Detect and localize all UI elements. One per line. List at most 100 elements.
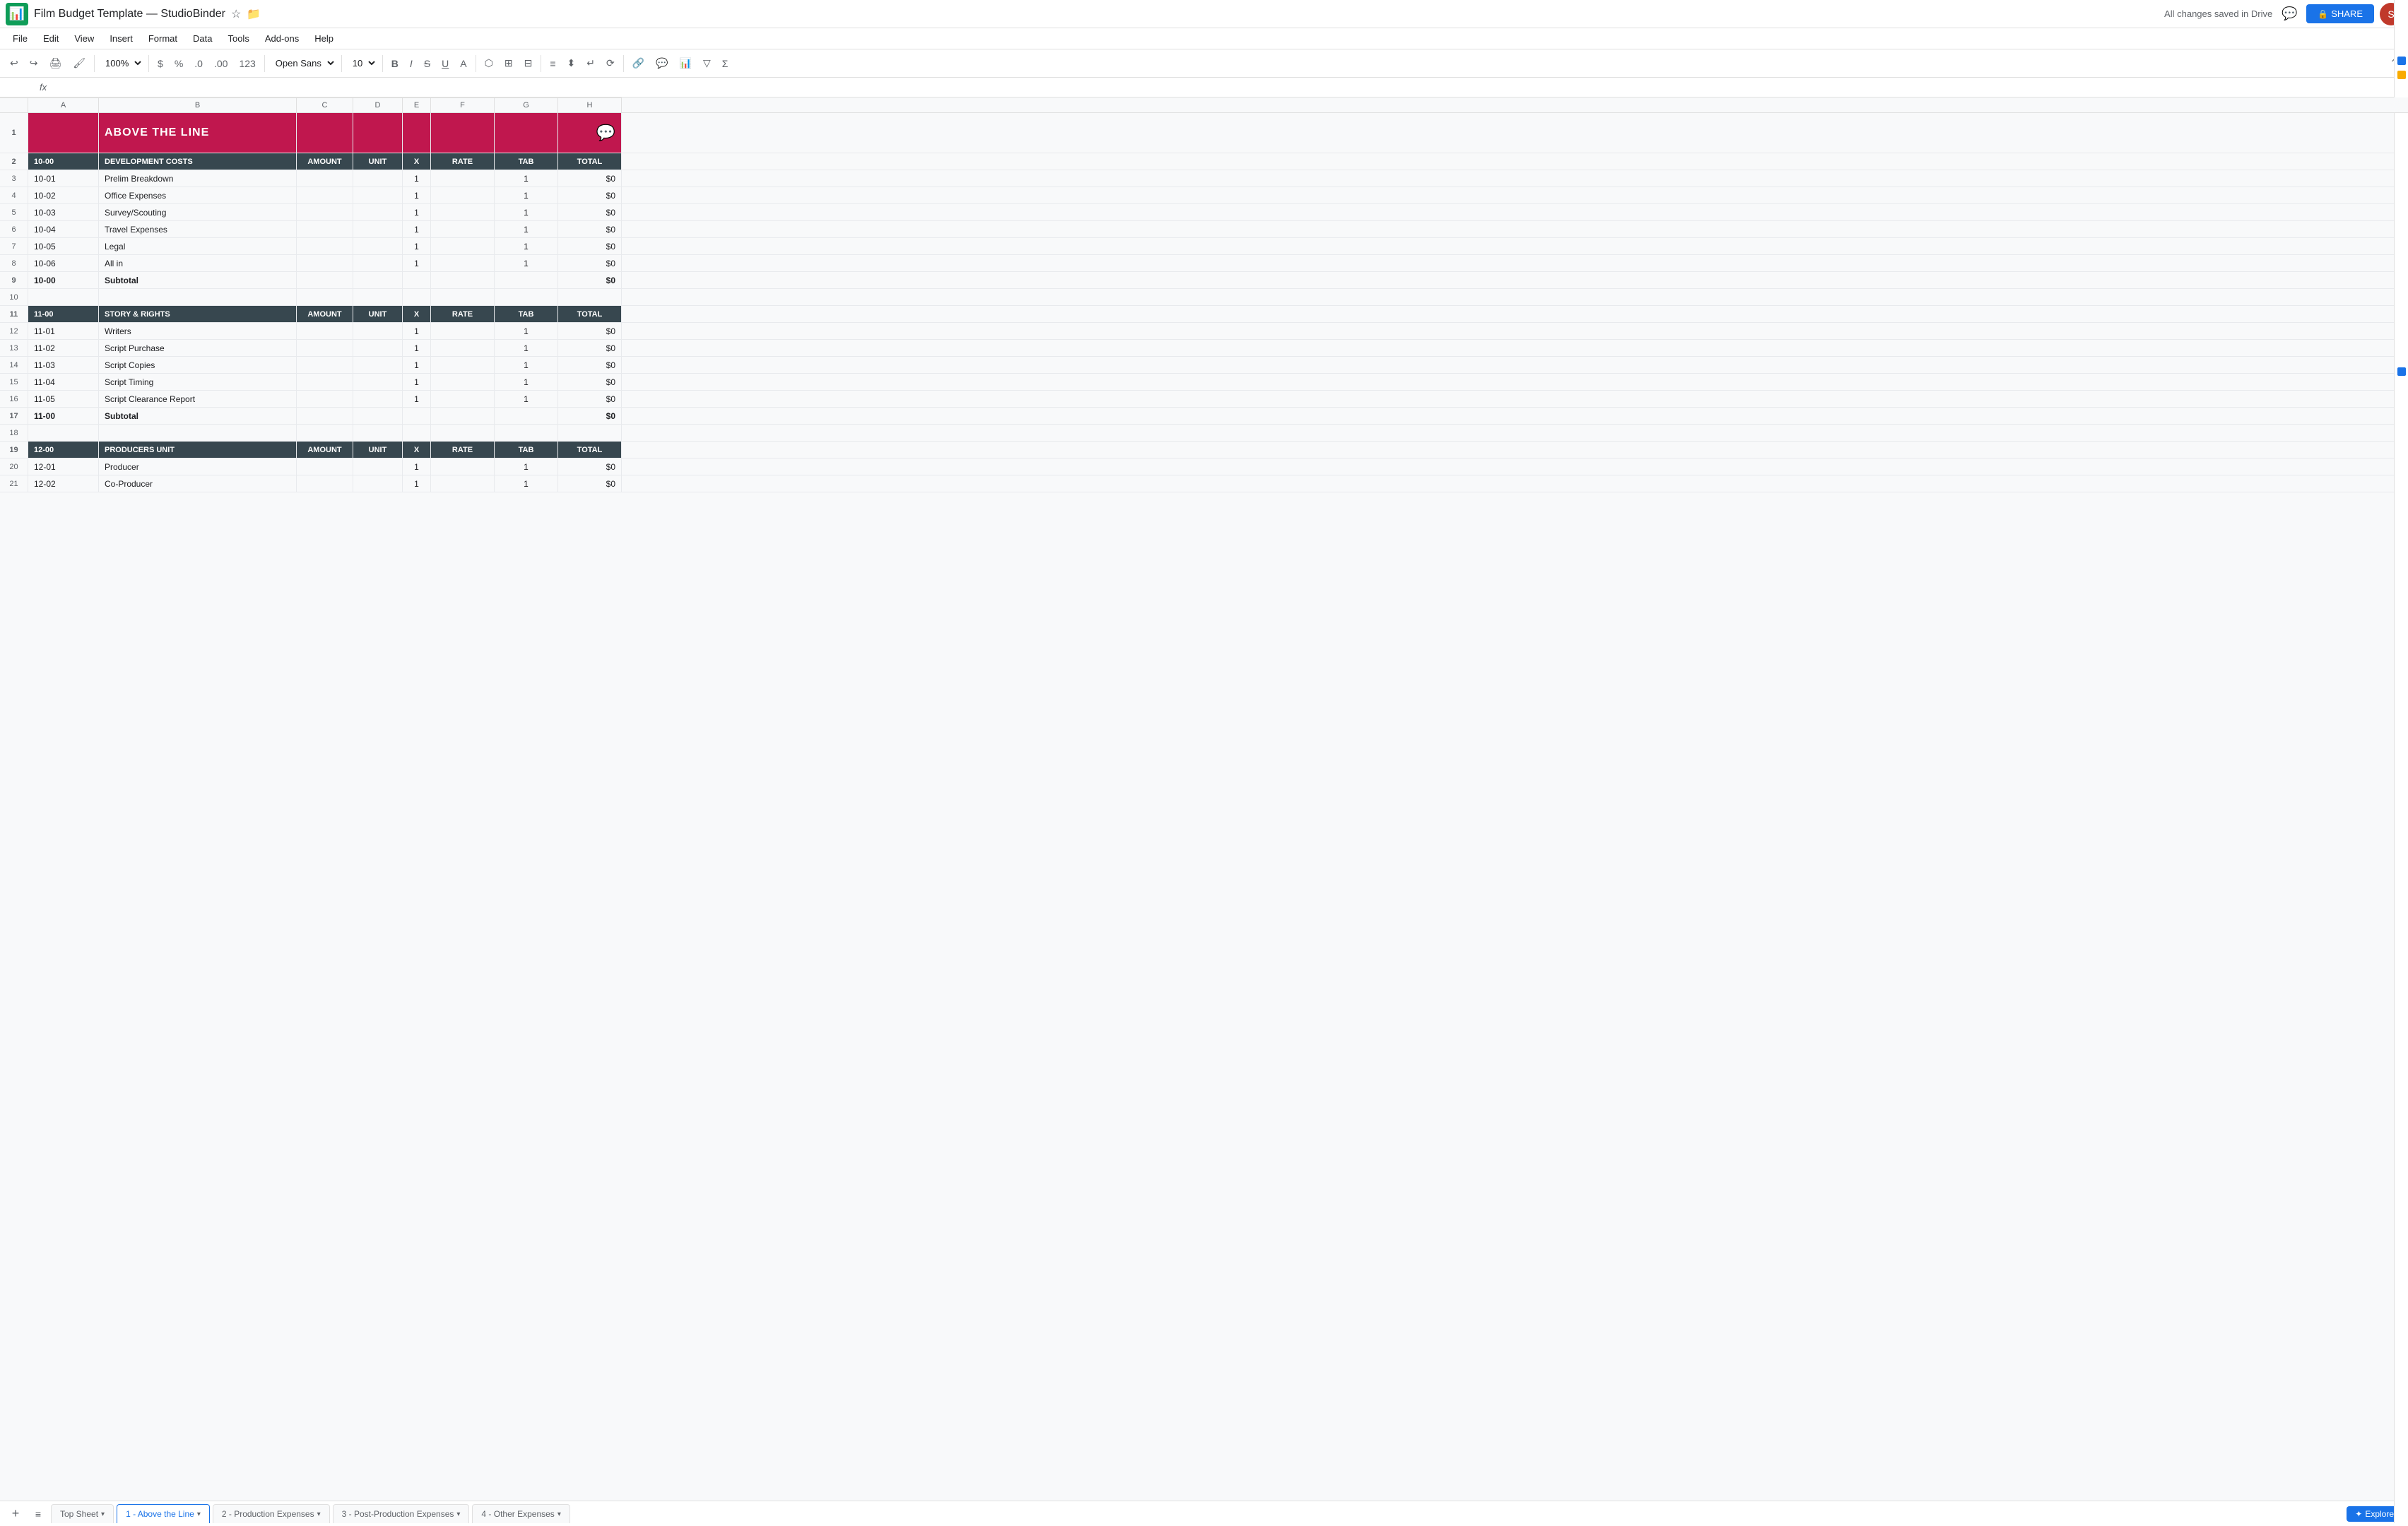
cell-3-c[interactable]: [297, 170, 353, 187]
cell-7-d[interactable]: [353, 238, 403, 254]
cell-6-b[interactable]: Travel Expenses: [99, 221, 297, 237]
borders-button[interactable]: ⊞: [500, 54, 517, 72]
cell-11-a[interactable]: 11-00: [28, 306, 99, 322]
cell-19-h[interactable]: TOTAL: [558, 442, 622, 458]
cell-12-c[interactable]: [297, 323, 353, 339]
cell-12-g[interactable]: 1: [495, 323, 558, 339]
cell-8-d[interactable]: [353, 255, 403, 271]
cell-15-e[interactable]: 1: [403, 374, 431, 390]
add-sheet-button[interactable]: +: [6, 1504, 25, 1524]
cell-15-b[interactable]: Script Timing: [99, 374, 297, 390]
cell-11-d[interactable]: UNIT: [353, 306, 403, 322]
cell-13-e[interactable]: 1: [403, 340, 431, 356]
rotate-button[interactable]: ⟳: [602, 54, 619, 72]
cell-11-g[interactable]: TAB: [495, 306, 558, 322]
cell-1-e[interactable]: [403, 113, 431, 153]
cell-12-a[interactable]: 11-01: [28, 323, 99, 339]
merge-button[interactable]: ⊟: [520, 54, 537, 72]
cell-15-d[interactable]: [353, 374, 403, 390]
cell-20-b[interactable]: Producer: [99, 459, 297, 475]
cell-16-h[interactable]: $0: [558, 391, 622, 407]
cell-14-h[interactable]: $0: [558, 357, 622, 373]
col-header-f[interactable]: F: [431, 97, 495, 112]
cell-19-c[interactable]: AMOUNT: [297, 442, 353, 458]
zoom-select[interactable]: 100%: [99, 55, 144, 71]
cell-13-d[interactable]: [353, 340, 403, 356]
italic-button[interactable]: I: [406, 55, 417, 72]
menu-tools[interactable]: Tools: [220, 30, 256, 47]
cell-10-f[interactable]: [431, 289, 495, 305]
cell-14-c[interactable]: [297, 357, 353, 373]
cell-21-d[interactable]: [353, 475, 403, 492]
cell-10-c[interactable]: [297, 289, 353, 305]
cell-17-b[interactable]: Subtotal: [99, 408, 297, 424]
cell-3-b[interactable]: Prelim Breakdown: [99, 170, 297, 187]
cell-9-e[interactable]: [403, 272, 431, 288]
cell-16-e[interactable]: 1: [403, 391, 431, 407]
cell-12-h[interactable]: $0: [558, 323, 622, 339]
cell-7-g[interactable]: 1: [495, 238, 558, 254]
cell-3-e[interactable]: 1: [403, 170, 431, 187]
cell-4-g[interactable]: 1: [495, 187, 558, 203]
cell-17-d[interactable]: [353, 408, 403, 424]
cell-18-d[interactable]: [353, 425, 403, 441]
cell-13-f[interactable]: [431, 340, 495, 356]
star-icon[interactable]: ☆: [231, 7, 241, 21]
cell-6-h[interactable]: $0: [558, 221, 622, 237]
cell-19-d[interactable]: UNIT: [353, 442, 403, 458]
cell-10-h[interactable]: [558, 289, 622, 305]
cell-14-f[interactable]: [431, 357, 495, 373]
underline-button[interactable]: U: [437, 55, 453, 72]
cell-13-c[interactable]: [297, 340, 353, 356]
wrap-button[interactable]: ↵: [582, 54, 599, 72]
cell-12-f[interactable]: [431, 323, 495, 339]
cell-20-e[interactable]: 1: [403, 459, 431, 475]
tab-other-expenses[interactable]: 4 - Other Expenses ▾: [472, 1504, 569, 1523]
highlight-button[interactable]: ⬡: [480, 54, 497, 72]
cell-19-b[interactable]: PRODUCERS UNIT: [99, 442, 297, 458]
cell-2-a[interactable]: 10-00: [28, 153, 99, 170]
cell-16-f[interactable]: [431, 391, 495, 407]
sheet-menu-button[interactable]: ≡: [28, 1504, 48, 1524]
share-button[interactable]: 🔒 SHARE: [2306, 4, 2374, 23]
folder-icon[interactable]: 📁: [247, 7, 261, 21]
number-format-button[interactable]: 123: [235, 55, 259, 72]
percent-button[interactable]: %: [170, 55, 187, 72]
cell-17-e[interactable]: [403, 408, 431, 424]
cell-5-e[interactable]: 1: [403, 204, 431, 220]
chart-button[interactable]: 📊: [675, 54, 696, 72]
cell-17-c[interactable]: [297, 408, 353, 424]
menu-view[interactable]: View: [67, 30, 101, 47]
cell-15-g[interactable]: 1: [495, 374, 558, 390]
cell-18-e[interactable]: [403, 425, 431, 441]
cell-12-e[interactable]: 1: [403, 323, 431, 339]
cell-16-c[interactable]: [297, 391, 353, 407]
cell-14-e[interactable]: 1: [403, 357, 431, 373]
cell-11-e[interactable]: X: [403, 306, 431, 322]
cell-9-g[interactable]: [495, 272, 558, 288]
cell-11-c[interactable]: AMOUNT: [297, 306, 353, 322]
cell-3-f[interactable]: [431, 170, 495, 187]
cell-7-b[interactable]: Legal: [99, 238, 297, 254]
cell-14-b[interactable]: Script Copies: [99, 357, 297, 373]
cell-20-c[interactable]: [297, 459, 353, 475]
cell-5-g[interactable]: 1: [495, 204, 558, 220]
cell-14-g[interactable]: 1: [495, 357, 558, 373]
cell-3-a[interactable]: 10-01: [28, 170, 99, 187]
print-button[interactable]: 🖨: [45, 54, 66, 72]
redo-button[interactable]: ↪: [25, 54, 42, 72]
cell-7-a[interactable]: 10-05: [28, 238, 99, 254]
cell-4-e[interactable]: 1: [403, 187, 431, 203]
menu-help[interactable]: Help: [307, 30, 341, 47]
cell-10-b[interactable]: [99, 289, 297, 305]
function-button[interactable]: Σ: [718, 55, 733, 72]
cell-11-b[interactable]: STORY & RIGHTS: [99, 306, 297, 322]
cell-21-g[interactable]: 1: [495, 475, 558, 492]
cell-5-b[interactable]: Survey/Scouting: [99, 204, 297, 220]
cell-3-g[interactable]: 1: [495, 170, 558, 187]
cell-8-h[interactable]: $0: [558, 255, 622, 271]
cell-16-b[interactable]: Script Clearance Report: [99, 391, 297, 407]
menu-edit[interactable]: Edit: [36, 30, 66, 47]
cell-20-d[interactable]: [353, 459, 403, 475]
cell-9-d[interactable]: [353, 272, 403, 288]
